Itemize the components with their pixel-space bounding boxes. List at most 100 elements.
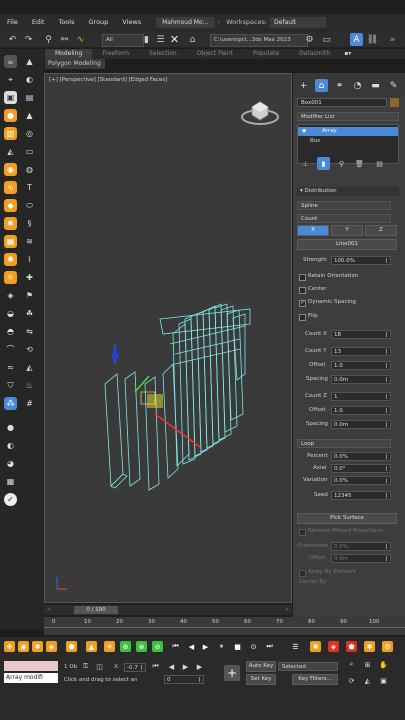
flip-checkbox[interactable] [299,314,306,321]
menu-views[interactable]: Views [115,18,148,26]
viewport-nav-4-icon[interactable]: ✱ [364,641,375,652]
spring-icon[interactable]: ≋ [23,235,36,248]
surface-offset-spinner[interactable]: 0.0m [331,554,391,563]
cloth-icon[interactable]: ◐ [4,439,17,452]
remove-modifier-icon[interactable]: 🗑 [353,157,366,170]
stack-item-box[interactable]: Box [310,138,320,144]
spacing-z-spinner[interactable]: 0.0m [331,420,391,429]
fire-icon[interactable]: ♨ [23,379,36,392]
tab-freeform[interactable]: Freeform [92,49,139,59]
distribution-mode-dropdown[interactable]: Count [297,214,391,223]
perspective-viewport[interactable]: [+] [Perspective] [Standard] [Edged Face… [44,73,292,603]
dynamic-spacing-checkbox[interactable]: ✓ [299,300,306,307]
modify-tab-icon[interactable]: ⌂ [315,79,328,92]
twist-icon[interactable]: ⟲ [23,343,36,356]
mini-icon-1[interactable]: ✚ [4,641,15,652]
tab-selection[interactable]: Selection [139,49,187,59]
axis-x-button[interactable]: X [297,225,329,236]
go-end-icon[interactable]: ⏭ [264,641,275,652]
ribbon-options-icon[interactable]: ▪▾ [340,49,355,59]
hierarchy-tab-icon[interactable]: ⚭ [333,79,346,92]
light-icon[interactable]: ◐ [23,73,36,86]
viewport-nav-3-icon[interactable]: ⬟ [346,641,357,652]
pick-surface-button[interactable]: Pick Surface [297,513,397,524]
pin-stack-icon[interactable]: ⊥ [299,157,312,170]
sun-icon[interactable]: ☼ [4,271,17,284]
box-icon[interactable]: ▣ [4,91,17,104]
lattice-icon[interactable]: # [23,397,36,410]
auto-key-button[interactable]: Auto Key [246,661,276,672]
zoom-icon[interactable]: ⌕ [346,659,357,670]
pan-icon[interactable]: ✋ [378,659,389,670]
axis-z-button[interactable]: Z [365,225,397,236]
unlink-icon[interactable]: ⚯ [58,33,71,46]
strength-spinner[interactable]: 100.0% [331,256,391,265]
shell-icon[interactable]: ◓ [4,325,17,338]
configure-sets-icon[interactable]: ▤ [373,157,386,170]
chamfer-box-icon[interactable]: ▦ [4,235,17,248]
render-icon[interactable]: ☘ [23,307,36,320]
record-icon[interactable]: ⊙ [248,641,259,652]
key-filters-button[interactable]: Key Filters... [292,674,338,685]
spline-icon[interactable]: ∿ [4,181,17,194]
redo-icon[interactable]: ↷ [22,33,35,46]
loop-dropdown[interactable]: Loop [297,439,391,448]
particle-icon[interactable]: ✺ [4,253,17,266]
bind-space-warp-icon[interactable]: ∿ [74,33,87,46]
hair-icon[interactable]: ◕ [4,457,17,470]
viewport-nav-5-icon[interactable]: ⚙ [382,641,393,652]
mini-icon-9[interactable]: ⊗ [136,641,147,652]
torus-icon[interactable]: ◉ [4,163,17,176]
mini-icon-2[interactable]: ◉ [18,641,29,652]
helix-icon[interactable]: § [23,217,36,230]
user-account[interactable]: Mahmoud Mo… [156,16,215,28]
capsule-icon[interactable]: ⬭ [23,199,36,212]
seed-spinner[interactable]: 12345 [331,491,391,500]
array-by-element-checkbox[interactable] [299,570,306,577]
lock-icon[interactable]: ⚿ [80,661,91,672]
modifier-icon[interactable]: ◈ [4,289,17,302]
percent-spinner[interactable]: 0.0% [331,452,391,461]
selection-filter-dropdown[interactable]: All [102,34,144,47]
hedra-icon[interactable]: ◆ [4,199,17,212]
axial-spinner[interactable]: 0.0° [331,464,391,473]
eye-icon[interactable]: ◉ [302,128,306,134]
x-coord-field[interactable]: -0.7 [124,663,146,672]
motion-tab-icon[interactable]: ◔ [351,79,364,92]
pause-icon[interactable]: ⏸ [216,641,227,652]
utility-icon[interactable]: ⚑ [23,289,36,302]
link-chain-icon[interactable]: ⛓ [366,33,379,46]
distribution-type-dropdown[interactable]: Spline [297,201,391,210]
cone-icon[interactable]: ▲ [23,109,36,122]
show-end-result-icon[interactable]: ▮ [317,157,330,170]
play-icon[interactable]: ▶ [200,641,211,652]
prev-key-icon[interactable]: ◀ [186,641,197,652]
close-x-icon[interactable]: ✕ [168,33,181,46]
axis-y-button[interactable]: Y [331,225,363,236]
make-unique-icon[interactable]: ⚲ [335,157,348,170]
path-folder-icon[interactable]: ⌂ [186,33,199,46]
tab-datasmith[interactable]: Datasmith [289,49,340,59]
star-icon[interactable]: ✱ [4,217,17,230]
zoom-all-icon[interactable]: ⊞ [362,659,373,670]
pyramid-icon[interactable]: ◭ [4,145,17,158]
utilities-tab-icon[interactable]: ✎ [387,79,400,92]
count-x-spinner[interactable]: 18 [331,330,391,339]
next-frame-icon[interactable]: › [286,606,288,613]
mini-icon-5[interactable]: ⬟ [66,641,77,652]
time-slider-thumb[interactable]: 0 / 100 [74,606,118,614]
offset-y-spinner[interactable]: 1.0 [331,361,391,370]
viewport-nav-2-icon[interactable]: ◈ [328,641,339,652]
mini-icon-3[interactable]: ✱ [32,641,43,652]
sphere-icon[interactable]: ● [4,109,17,122]
prev-key-small-icon[interactable]: ◀ [166,661,177,672]
isolate-icon[interactable]: ◫ [94,661,105,672]
tube-icon[interactable]: ◎ [23,127,36,140]
noise-icon[interactable]: ≈ [4,361,17,374]
maximize-viewport-icon[interactable]: ▣ [378,675,389,686]
mini-icon-7[interactable]: ✳ [104,641,115,652]
shield-icon[interactable]: ⛉ [4,379,17,392]
pick-spline-button[interactable]: Line001 [297,239,397,250]
tab-populate[interactable]: Populate [243,49,289,59]
create-tab-icon[interactable]: + [297,79,310,92]
